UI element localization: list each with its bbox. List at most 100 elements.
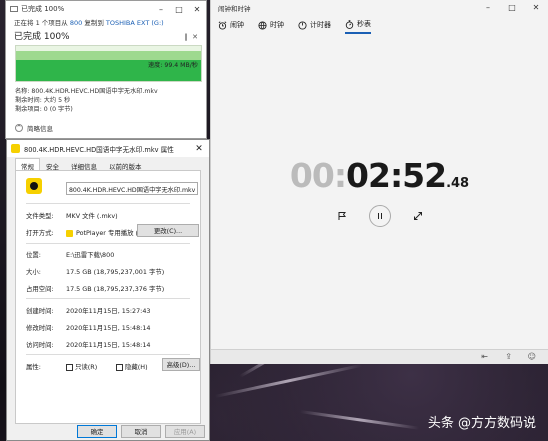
change-button[interactable]: 更改(C)... xyxy=(137,224,199,237)
less-details-toggle[interactable]: ^ 简略信息 xyxy=(15,123,53,133)
close-icon[interactable]: ✕ xyxy=(189,144,209,154)
maximize-icon[interactable]: □ xyxy=(500,3,524,12)
tab-world-clock-label: 时钟 xyxy=(270,21,284,29)
readonly-label: 只读(R) xyxy=(75,363,98,371)
status-prefix: 正在将 1 个项目从 xyxy=(14,19,70,27)
transfer-speed: 速度: 99.4 MB/秒 xyxy=(147,62,198,69)
tab-alarm-label: 闹钟 xyxy=(230,21,244,29)
minimize-icon[interactable]: – xyxy=(152,5,170,14)
stopwatch-icon xyxy=(345,19,354,29)
location-value: E:\迅雷下载\800 xyxy=(66,251,115,259)
copy-window-icon xyxy=(10,6,18,12)
copy-status-line: 正在将 1 个项目从 800 复制到 TOSHIBA EXT (G:) xyxy=(6,17,206,27)
file-type-row: 文件类型: MKV 文件 (.mkv) xyxy=(26,211,118,220)
accessed-value: 2020年11月15日, 15:48:14 xyxy=(66,341,151,349)
alarms-clock-app: 闹钟和时钟 – □ ✕ 闹钟 时钟 计时器 秒表 00:02:52.48 ⇤ ⇪… xyxy=(210,0,548,364)
chevron-up-icon: ^ xyxy=(15,124,23,132)
ok-button[interactable]: 确定 xyxy=(77,425,117,438)
copy-progress-dialog: 已完成 100% – □ ✕ 正在将 1 个项目从 800 复制到 TOSHIB… xyxy=(5,0,207,139)
properties-titlebar: 800.4K.HDR.HEVC.HD国语中字无水印.mkv 属性 ✕ xyxy=(7,140,209,157)
disk-size-row: 占用空间: 17.5 GB (18,795,237,376 字节) xyxy=(26,284,164,293)
hidden-checkbox-box[interactable] xyxy=(116,363,123,371)
created-label: 创建时间: xyxy=(26,307,54,315)
pause-icon xyxy=(378,213,382,219)
stopwatch-hundredths: .48 xyxy=(446,176,470,191)
timer-icon xyxy=(298,20,307,30)
pause-button[interactable] xyxy=(369,205,391,227)
cancel-button[interactable]: 取消 xyxy=(121,425,161,438)
potplayer-file-icon xyxy=(11,144,20,153)
modified-label: 修改时间: xyxy=(26,324,54,332)
accessed-row: 访问时间: 2020年11月15日, 15:48:14 xyxy=(26,340,150,349)
modified-row: 修改时间: 2020年11月15日, 15:48:14 xyxy=(26,323,150,332)
copy-remaining-time: 剩余时间: 大约 5 秒 xyxy=(15,97,71,104)
stopwatch-controls xyxy=(211,205,548,227)
advanced-button[interactable]: 高级(D)... xyxy=(162,358,200,371)
disk-size-label: 占用空间: xyxy=(26,285,54,293)
readonly-checkbox[interactable]: 只读(R) xyxy=(66,362,97,371)
less-details-label: 简略信息 xyxy=(27,125,53,133)
clock-titlebar: 闹钟和时钟 – □ ✕ xyxy=(211,0,548,15)
filename-field[interactable]: 800.4K.HDR.HEVC.HD国语中字无水印.mkv xyxy=(66,182,198,195)
copy-dialog-titlebar: 已完成 100% – □ ✕ xyxy=(6,1,206,17)
size-row: 大小: 17.5 GB (18,795,237,001 字节) xyxy=(26,267,164,276)
flag-icon xyxy=(338,212,346,220)
copy-percent: 已完成 100% xyxy=(14,32,70,42)
created-value: 2020年11月15日, 15:27:43 xyxy=(66,307,151,315)
clock-tabs: 闹钟 时钟 计时器 秒表 xyxy=(211,19,548,34)
tab-world-clock[interactable]: 时钟 xyxy=(258,19,284,34)
created-row: 创建时间: 2020年11月15日, 15:27:43 xyxy=(26,306,150,315)
divider xyxy=(26,203,190,204)
minimize-icon[interactable]: – xyxy=(476,3,500,12)
world-clock-icon xyxy=(258,20,267,30)
disk-size-value: 17.5 GB (18,795,237,376 字节) xyxy=(66,285,165,293)
close-icon[interactable]: ✕ xyxy=(524,3,548,12)
stopwatch-minutes-seconds: 02:52 xyxy=(346,156,447,195)
copy-remaining-items: 剩余项目: 0 (0 字节) xyxy=(15,106,73,113)
open-with-row: 打开方式: PotPlayer 专用播放 (6‹ xyxy=(26,228,145,237)
lap-button[interactable] xyxy=(331,205,353,227)
tab-timer-label: 计时器 xyxy=(310,21,331,29)
tab-timer[interactable]: 计时器 xyxy=(298,19,331,34)
file-type-label: 文件类型: xyxy=(26,212,54,220)
watermark: 头条 @方方数码说 xyxy=(427,416,536,431)
source-link[interactable]: 800 xyxy=(70,19,82,27)
open-with-app: PotPlayer 专用播放 (6‹ xyxy=(76,229,145,237)
hidden-label: 隐藏(H) xyxy=(125,363,148,371)
attributes-row: 属性: xyxy=(26,362,41,371)
maximize-icon[interactable]: □ xyxy=(170,5,188,14)
tab-stopwatch[interactable]: 秒表 xyxy=(345,19,371,34)
file-type-value: MKV 文件 (.mkv) xyxy=(66,212,118,220)
graph-band xyxy=(16,51,201,60)
apply-button[interactable]: 应用(A) xyxy=(165,425,205,438)
copy-dialog-title: 已完成 100% xyxy=(21,5,65,13)
potplayer-icon xyxy=(66,229,73,237)
divider xyxy=(26,243,190,244)
feedback-icon[interactable]: ☺ xyxy=(528,352,536,361)
divider xyxy=(26,298,190,299)
divider xyxy=(26,354,190,355)
properties-title: 800.4K.HDR.HEVC.HD国语中字无水印.mkv 属性 xyxy=(24,145,174,154)
attributes-label: 属性: xyxy=(26,363,41,371)
copy-file-name: 名称: 800.4K.HDR.HEVC.HD国语中字无水印.mkv xyxy=(15,88,158,95)
copy-details: 名称: 800.4K.HDR.HEVC.HD国语中字无水印.mkv 剩余时间: … xyxy=(15,87,158,114)
open-with-label: 打开方式: xyxy=(26,229,54,237)
destination-link[interactable]: TOSHIBA EXT (G:) xyxy=(106,19,164,27)
transfer-speed-graph: 速度: 99.4 MB/秒 xyxy=(15,45,202,82)
location-row: 位置: E:\迅雷下载\800 xyxy=(26,250,114,259)
readonly-checkbox-box[interactable] xyxy=(66,363,73,371)
pause-copy-icon[interactable]: ‖ ✕ xyxy=(184,33,198,41)
stopwatch-hours: 00: xyxy=(289,156,347,195)
location-label: 位置: xyxy=(26,251,41,259)
close-icon[interactable]: ✕ xyxy=(188,5,206,14)
status-mid: 复制到 xyxy=(82,19,106,27)
stopwatch-display: 00:02:52.48 xyxy=(211,156,548,195)
expand-button[interactable] xyxy=(407,205,429,227)
clock-bottom-bar: ⇤ ⇪ ☺ xyxy=(211,349,548,364)
tab-alarm[interactable]: 闹钟 xyxy=(218,19,244,34)
pin-icon[interactable]: ⇤ xyxy=(481,352,488,361)
hidden-checkbox[interactable]: 隐藏(H) xyxy=(116,362,148,371)
file-type-icon xyxy=(26,178,42,194)
share-icon[interactable]: ⇪ xyxy=(505,352,512,361)
clock-app-title: 闹钟和时钟 xyxy=(218,4,251,13)
